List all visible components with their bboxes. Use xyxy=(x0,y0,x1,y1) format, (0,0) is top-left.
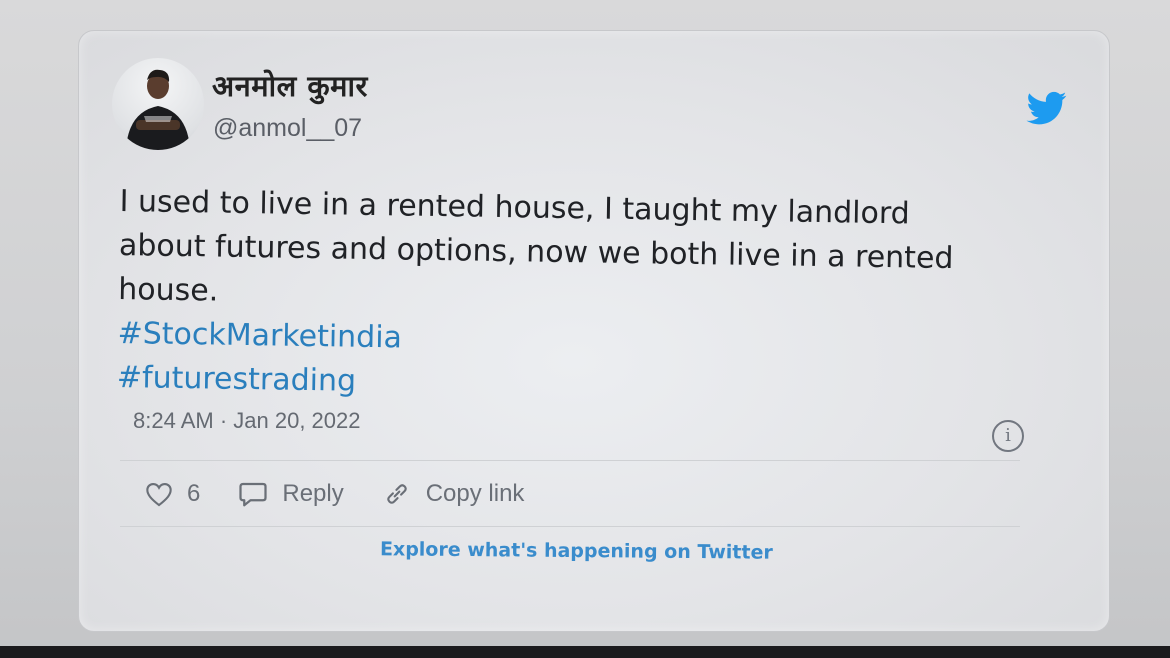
speech-bubble-icon xyxy=(239,482,267,507)
copy-link-label: Copy link xyxy=(425,480,525,507)
link-icon xyxy=(386,484,407,504)
copy-link-button[interactable]: Copy link xyxy=(382,480,525,508)
screen-bezel xyxy=(0,646,1170,658)
heart-icon xyxy=(146,483,172,507)
tweet-body: I used to live in a rented house, I taug… xyxy=(117,180,1020,414)
twitter-bird-icon[interactable] xyxy=(1024,88,1070,128)
info-icon[interactable]: i xyxy=(992,420,1024,452)
reply-label: Reply xyxy=(282,480,344,507)
divider xyxy=(120,526,1020,527)
avatar[interactable] xyxy=(112,58,204,150)
avatar-photo xyxy=(126,69,190,150)
tweet-timestamp[interactable]: 8:24 AM · Jan 20, 2022 xyxy=(133,408,361,434)
user-handle[interactable]: @anmol__07 xyxy=(213,114,362,143)
action-bar: 6 Reply Copy link xyxy=(145,474,562,514)
like-button[interactable]: 6 xyxy=(145,480,200,508)
explore-twitter-link[interactable]: Explore what's happening on Twitter xyxy=(380,538,773,563)
like-count: 6 xyxy=(187,480,201,507)
divider xyxy=(120,460,1020,461)
reply-button[interactable]: Reply xyxy=(238,480,344,508)
display-name[interactable]: अनमोल कुमार xyxy=(212,66,368,105)
